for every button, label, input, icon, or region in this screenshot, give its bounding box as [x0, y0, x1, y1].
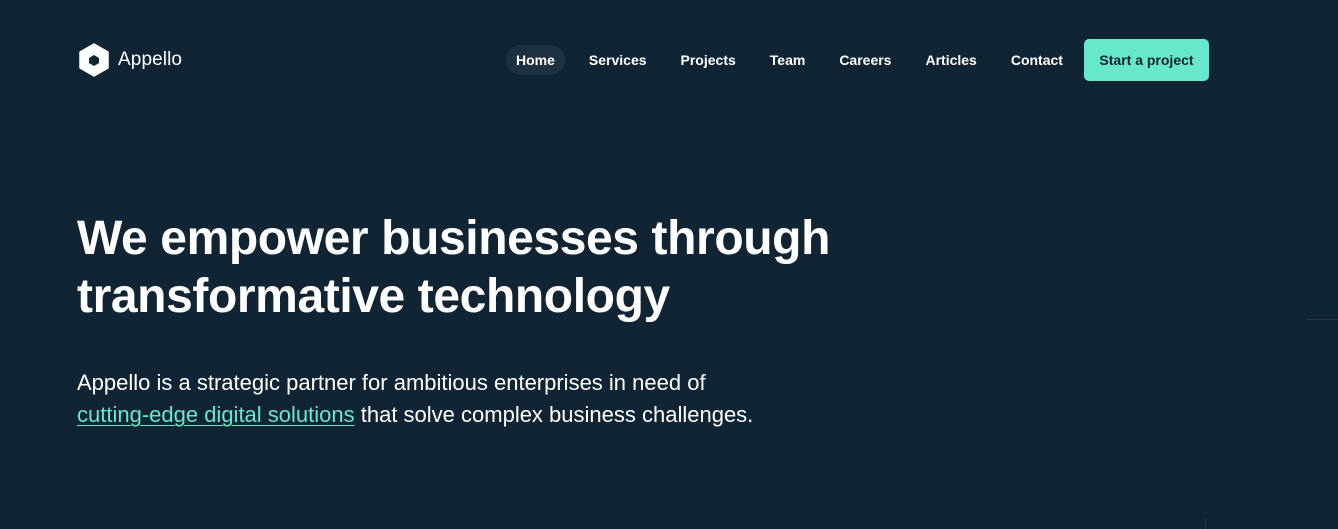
digital-solutions-link[interactable]: cutting-edge digital solutions: [77, 402, 355, 427]
nav-item-contact[interactable]: Contact: [1001, 45, 1073, 75]
logo-link[interactable]: Appello: [78, 43, 182, 77]
hexagon-logo-icon: [79, 43, 109, 77]
nav-item-services[interactable]: Services: [579, 45, 657, 75]
hero-description-line-1: Appello is a strategic partner for ambit…: [77, 370, 706, 395]
nav-item-careers[interactable]: Careers: [829, 45, 901, 75]
brand-name: Appello: [118, 49, 183, 70]
nav-item-team[interactable]: Team: [760, 45, 816, 75]
hero-description-line-2: that solve complex business challenges.: [354, 402, 754, 427]
nav-item-home[interactable]: Home: [506, 45, 565, 75]
main-nav: Home Services Projects Team Careers Arti…: [506, 45, 1087, 75]
nav-item-articles[interactable]: Articles: [915, 45, 986, 75]
page: Appello Home Services Projects Team Care…: [0, 0, 1338, 529]
hero-title: We empower businesses through transforma…: [77, 210, 837, 326]
start-project-button[interactable]: Start a project: [1084, 39, 1209, 81]
nav-item-projects[interactable]: Projects: [671, 45, 746, 75]
hero-description: Appello is a strategic partner for ambit…: [77, 367, 857, 431]
hero-title-line-1: We empower businesses through: [77, 212, 831, 265]
hero-title-line-2: transformative technology: [77, 270, 670, 323]
